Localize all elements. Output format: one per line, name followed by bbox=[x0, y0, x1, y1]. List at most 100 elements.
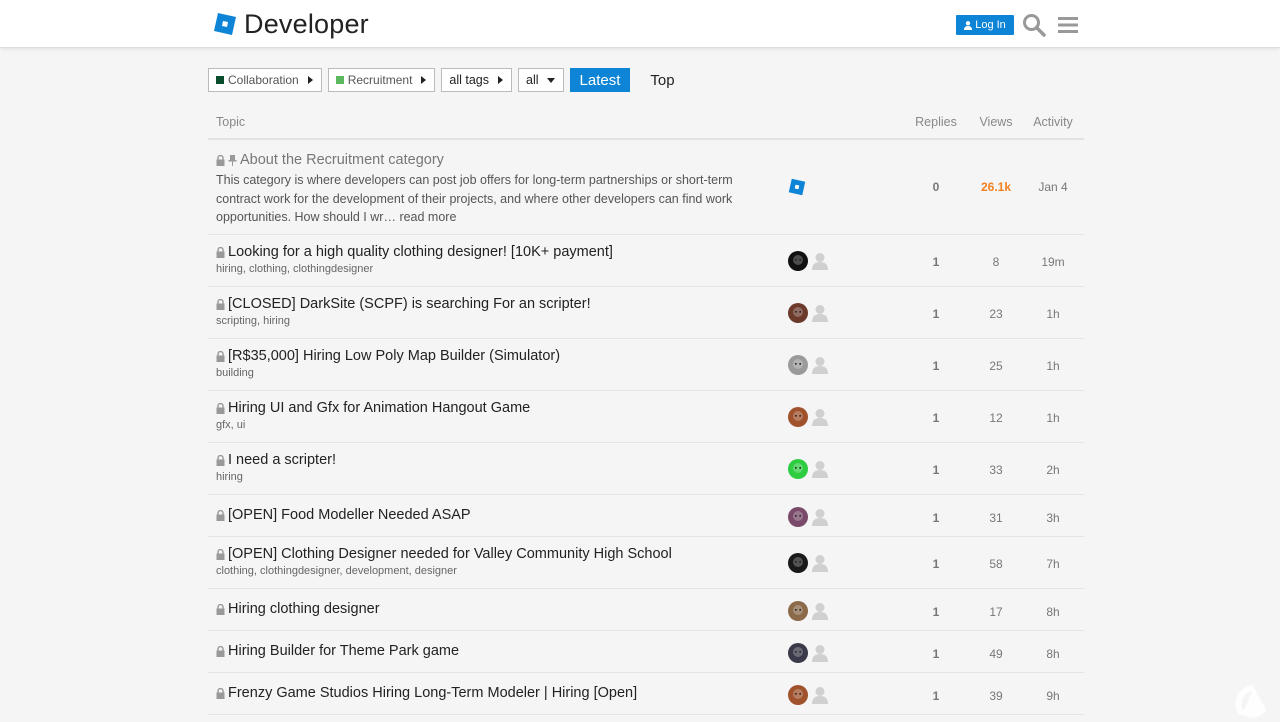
lock-icon bbox=[216, 645, 225, 657]
excerpt-text: This category is where developers can po… bbox=[216, 173, 733, 224]
title-line: Hiring UI and Gfx for Animation Hangout … bbox=[216, 400, 530, 416]
tags-label: all tags bbox=[449, 73, 490, 87]
activity-time[interactable]: 1h bbox=[1024, 411, 1082, 425]
table-row[interactable]: [CLOSED] DarkSite (SCPF) is searching Fo… bbox=[208, 287, 1084, 339]
views-count: 17 bbox=[989, 605, 1003, 619]
table-row[interactable]: Looking for a high quality clothing desi… bbox=[208, 235, 1084, 287]
activity-time[interactable]: 8h bbox=[1024, 605, 1082, 619]
topic-title[interactable]: [OPEN] Food Modeller Needed ASAP bbox=[228, 507, 471, 523]
header-activity[interactable]: Activity bbox=[1024, 115, 1082, 129]
replies-count: 1 bbox=[932, 307, 940, 321]
lock-icon bbox=[216, 246, 225, 258]
hamburger-menu-icon[interactable] bbox=[1057, 14, 1079, 36]
replies-count: 1 bbox=[932, 605, 940, 619]
topic-row-pinned[interactable]: About the Recruitment category This cate… bbox=[208, 140, 1084, 235]
header-topic[interactable]: Topic bbox=[216, 115, 245, 129]
topic-title[interactable]: [CLOSED] DarkSite (SCPF) is searching Fo… bbox=[228, 296, 591, 312]
activity-time[interactable]: 8h bbox=[1024, 647, 1082, 661]
activity-time[interactable]: 1h bbox=[1024, 359, 1082, 373]
category-dropdown[interactable]: Collaboration bbox=[208, 68, 322, 92]
nav-top[interactable]: Top bbox=[640, 68, 684, 92]
topic-tags[interactable]: hiring bbox=[216, 471, 243, 483]
participant-avatar[interactable] bbox=[810, 251, 830, 271]
poster-avatar[interactable] bbox=[788, 685, 808, 705]
poster-avatar[interactable] bbox=[788, 459, 808, 479]
avatar-face-icon bbox=[793, 307, 803, 317]
table-row[interactable]: Frenzy Game Studios Hiring Long-Term Mod… bbox=[208, 673, 1084, 715]
activity-time[interactable]: Jan 4 bbox=[1024, 180, 1082, 194]
topic-title[interactable]: About the Recruitment category bbox=[240, 152, 444, 168]
participant-avatar[interactable] bbox=[810, 459, 830, 479]
topic-tags[interactable]: gfx, ui bbox=[216, 419, 245, 431]
header-replies[interactable]: Replies bbox=[908, 115, 964, 129]
topic-title[interactable]: [OPEN] Clothing Designer needed for Vall… bbox=[228, 546, 672, 562]
topic-tags[interactable]: building bbox=[216, 367, 254, 379]
subcategory-dropdown[interactable]: Recruitment bbox=[327, 68, 436, 92]
participant-avatar[interactable] bbox=[810, 407, 830, 427]
table-row[interactable]: Hiring Builder for Theme Park game 1 49 8h bbox=[208, 631, 1084, 673]
table-row[interactable]: Hiring clothing designer 1 17 8h bbox=[208, 589, 1084, 631]
table-row[interactable]: [OPEN] Food Modeller Needed ASAP 1 31 3h bbox=[208, 495, 1084, 537]
read-more-link[interactable]: read more bbox=[399, 210, 456, 224]
topic-title[interactable]: [R$35,000] Hiring Low Poly Map Builder (… bbox=[228, 348, 560, 364]
activity-time[interactable]: 1h bbox=[1024, 307, 1082, 321]
participant-avatar[interactable] bbox=[810, 685, 830, 705]
title-line: [CLOSED] DarkSite (SCPF) is searching Fo… bbox=[216, 296, 591, 312]
participant-avatar[interactable] bbox=[810, 355, 830, 375]
table-row[interactable]: [R$35,000] Hiring Low Poly Map Builder (… bbox=[208, 339, 1084, 391]
participant-avatar[interactable] bbox=[810, 601, 830, 621]
caret-right-icon bbox=[421, 76, 427, 84]
poster-avatar[interactable] bbox=[788, 553, 808, 573]
search-icon[interactable] bbox=[1022, 13, 1046, 37]
participant-avatar[interactable] bbox=[810, 303, 830, 323]
table-row[interactable]: I need a scripter! hiring 1 33 2h bbox=[208, 443, 1084, 495]
poster-avatar[interactable] bbox=[788, 303, 808, 323]
status-dropdown[interactable]: all bbox=[518, 68, 564, 92]
activity-time[interactable]: 2h bbox=[1024, 463, 1082, 477]
poster-avatar[interactable] bbox=[788, 178, 806, 196]
topic-title[interactable]: Hiring UI and Gfx for Animation Hangout … bbox=[228, 400, 530, 416]
topic-tags[interactable]: hiring, clothing, clothingdesigner bbox=[216, 263, 373, 275]
views-count: 25 bbox=[989, 359, 1003, 373]
poster-avatar[interactable] bbox=[788, 251, 808, 271]
replies-count: 1 bbox=[932, 689, 940, 703]
title-line: Frenzy Game Studios Hiring Long-Term Mod… bbox=[216, 685, 637, 701]
replies-count: 1 bbox=[932, 557, 940, 571]
title-line: I need a scripter! bbox=[216, 452, 336, 468]
replies-count: 1 bbox=[932, 647, 940, 661]
poster-avatar[interactable] bbox=[788, 407, 808, 427]
title-line: [R$35,000] Hiring Low Poly Map Builder (… bbox=[216, 348, 560, 364]
activity-time[interactable]: 19m bbox=[1024, 255, 1082, 269]
login-button[interactable]: Log In bbox=[956, 15, 1014, 35]
activity-time[interactable]: 7h bbox=[1024, 557, 1082, 571]
poster-avatar[interactable] bbox=[788, 355, 808, 375]
table-row[interactable]: [OPEN] Clothing Designer needed for Vall… bbox=[208, 537, 1084, 589]
topic-tags[interactable]: clothing, clothingdesigner, development,… bbox=[216, 565, 457, 577]
topic-title[interactable]: Frenzy Game Studios Hiring Long-Term Mod… bbox=[228, 685, 637, 701]
views-count: 58 bbox=[989, 557, 1003, 571]
lock-icon bbox=[216, 298, 225, 310]
site-logo[interactable]: Developer bbox=[213, 10, 369, 38]
nav-latest[interactable]: Latest bbox=[569, 68, 631, 92]
topic-title[interactable]: Looking for a high quality clothing desi… bbox=[228, 244, 613, 260]
topic-title[interactable]: Hiring Builder for Theme Park game bbox=[228, 643, 459, 659]
activity-time[interactable]: 9h bbox=[1024, 689, 1082, 703]
tags-dropdown[interactable]: all tags bbox=[441, 68, 513, 92]
table-row[interactable]: Hiring UI and Gfx for Animation Hangout … bbox=[208, 391, 1084, 443]
avatar-face-icon bbox=[793, 647, 803, 657]
avatar-face-icon bbox=[793, 689, 803, 699]
topic-title[interactable]: I need a scripter! bbox=[228, 452, 336, 468]
participant-avatar[interactable] bbox=[810, 553, 830, 573]
topic-tags[interactable]: scripting, hiring bbox=[216, 315, 290, 327]
poster-avatar[interactable] bbox=[788, 643, 808, 663]
topic-title[interactable]: Hiring clothing designer bbox=[228, 601, 380, 617]
participant-avatar[interactable] bbox=[810, 507, 830, 527]
activity-time[interactable]: 3h bbox=[1024, 511, 1082, 525]
header-views[interactable]: Views bbox=[968, 115, 1024, 129]
poster-avatar[interactable] bbox=[788, 601, 808, 621]
poster-avatar[interactable] bbox=[788, 507, 808, 527]
views-count: 39 bbox=[989, 689, 1003, 703]
topic-list-header: Topic Replies Views Activity bbox=[208, 104, 1084, 140]
lock-icon bbox=[216, 154, 225, 166]
participant-avatar[interactable] bbox=[810, 643, 830, 663]
